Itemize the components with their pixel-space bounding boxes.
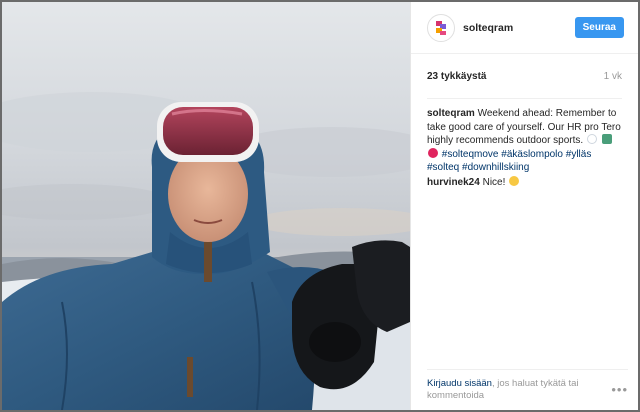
skier-selfie-image (2, 2, 410, 410)
reply-text: Nice! (482, 176, 506, 188)
hashtag-link[interactable]: #äkäslompolo (501, 149, 563, 160)
hashtag-link[interactable]: #downhillskiing (462, 162, 529, 173)
login-prompt-text: Kirjaudu sisään, jos haluat tykätä tai k… (427, 378, 607, 402)
solteq-logo-icon[interactable] (427, 13, 455, 42)
instagram-post-embed: solteqram Seuraa 23 tykkäystä 1 vk solte… (2, 2, 638, 410)
hashtag-link[interactable]: #solteqmove (442, 149, 499, 160)
skier-emoji (601, 134, 612, 144)
snowman-emoji (586, 134, 597, 144)
reply-comment: hurvinek24 Nice! (427, 175, 622, 190)
caption-comment: solteqram Weekend ahead: Remember to tak… (427, 107, 622, 175)
smiling-face-emoji (509, 175, 520, 186)
hashtag-link[interactable]: #ylläs (566, 149, 592, 160)
like-count[interactable]: 23 tykkäystä (427, 71, 487, 82)
post-photo (2, 2, 410, 410)
comment-username-link[interactable]: solteqram (427, 108, 475, 119)
solteq-logo-icon-graphic (436, 20, 446, 35)
more-options-icon[interactable]: ••• (607, 383, 628, 396)
post-meta-row: 23 tykkäystä 1 vk (427, 54, 622, 99)
comment-list: solteqram Weekend ahead: Remember to tak… (411, 99, 638, 189)
header-username-link[interactable]: solteqram (463, 22, 575, 34)
red-heart-emoji (428, 147, 438, 158)
post-header: solteqram Seuraa (411, 2, 638, 54)
follow-button[interactable]: Seuraa (574, 17, 624, 38)
login-link[interactable]: Kirjaudu sisään (427, 378, 492, 389)
hashtag-link[interactable]: #solteq (427, 162, 459, 173)
post-side-panel: solteqram Seuraa 23 tykkäystä 1 vk solte… (410, 2, 638, 410)
post-age[interactable]: 1 vk (604, 71, 622, 82)
login-prompt-footer: Kirjaudu sisään, jos haluat tykätä tai k… (427, 369, 628, 410)
comment-username-link[interactable]: hurvinek24 (427, 177, 480, 188)
